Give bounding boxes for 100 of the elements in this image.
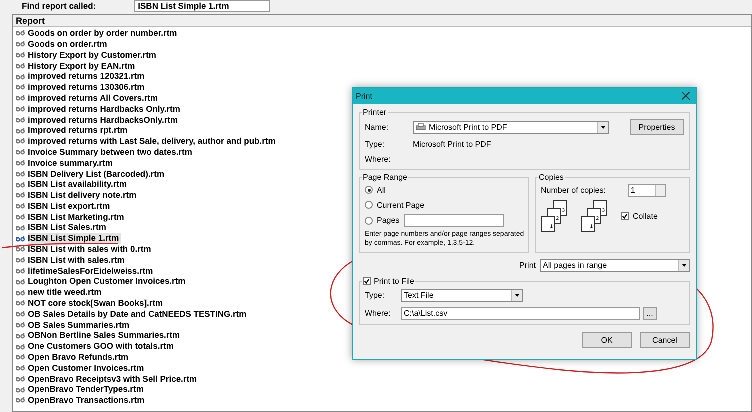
properties-button[interactable]: Properties xyxy=(630,119,684,135)
report-item[interactable]: History Export by EAN.rtm xyxy=(28,60,138,72)
report-item[interactable]: OB Sales Details by Date and CatNEEDS TESTING.rtm xyxy=(28,308,249,320)
report-item[interactable]: ISBN List availability.rtm xyxy=(28,179,130,190)
report-item[interactable]: lifetimeSalesForEidelweiss.rtm xyxy=(28,266,156,276)
glasses-icon xyxy=(16,268,25,274)
glasses-icon xyxy=(16,160,25,166)
close-icon[interactable] xyxy=(682,92,690,100)
radio-button[interactable] xyxy=(365,186,373,194)
report-item[interactable]: ISBN List with sales with 0.rtm xyxy=(28,244,154,255)
glasses-icon xyxy=(16,30,25,36)
dropdown-caret-icon xyxy=(600,126,606,128)
glasses-icon xyxy=(16,74,25,80)
group-label: Printer xyxy=(362,108,388,117)
glasses-icon xyxy=(16,365,25,372)
glasses-icon xyxy=(16,354,25,360)
report-item[interactable]: ISBN List delivery note.rtm xyxy=(28,190,139,201)
radio-label: Current Page xyxy=(377,200,425,210)
glasses-icon xyxy=(16,170,25,177)
report-item[interactable]: Goods on order by order number.rtm xyxy=(28,28,180,39)
glasses-icon xyxy=(16,95,25,102)
dropdown-caret-icon xyxy=(682,264,686,267)
report-item[interactable]: Invoice summary.rtm xyxy=(28,158,115,168)
report-item[interactable]: ISBN List with sales.rtm xyxy=(28,254,127,266)
report-item[interactable]: Invoice Summary between two dates.rtm xyxy=(28,146,194,158)
glasses-icon xyxy=(16,214,25,220)
group-label: Copies xyxy=(538,173,565,182)
dialog-button[interactable]: Cancel xyxy=(640,332,690,348)
glasses-icon xyxy=(16,149,25,156)
glasses-icon xyxy=(16,192,25,198)
report-item[interactable]: Open Bravo Refunds.rtm xyxy=(28,352,131,363)
glasses-icon xyxy=(16,246,25,252)
report-item[interactable]: OpenBravo Receiptsv3 with Sell Price.rtm xyxy=(28,374,200,384)
radio-label: All xyxy=(377,186,386,194)
glasses-icon xyxy=(16,84,25,90)
field-label: Number of copies: xyxy=(541,186,606,195)
pages-field[interactable] xyxy=(404,214,504,227)
glasses-icon xyxy=(16,106,25,112)
report-item[interactable]: improved returns 130306.rtm xyxy=(28,82,147,93)
collate-checkbox[interactable] xyxy=(621,212,629,220)
glasses-icon xyxy=(16,257,25,264)
printer-type: Microsoft Print to PDF xyxy=(413,140,492,148)
radio-label: Pages xyxy=(377,216,400,225)
find-field[interactable]: ISBN List Simple 1.rtm xyxy=(134,0,270,12)
glasses-icon xyxy=(16,397,25,404)
glasses-icon xyxy=(16,344,25,350)
report-item[interactable]: ISBN Delivery List (Barcoded).rtm xyxy=(28,168,167,179)
printer-dropdown[interactable]: Microsoft Print to PDF xyxy=(413,120,609,134)
report-item[interactable]: Loughton Open Customer Invoices.rtm xyxy=(28,276,188,287)
glasses-icon xyxy=(16,182,25,188)
report-item[interactable]: improved returns Hardbacks Only.rtm xyxy=(28,104,182,114)
group-label: Page Range xyxy=(362,173,408,182)
radio-button[interactable] xyxy=(365,216,373,224)
report-item[interactable]: ISBN List Simple 1.rtm xyxy=(28,233,122,244)
report-item[interactable]: ISBN List export.rtm xyxy=(28,200,112,212)
field-label: Where: xyxy=(365,154,392,164)
checkbox-label: Collate xyxy=(633,212,658,220)
report-item[interactable]: History Export by Customer.rtm xyxy=(28,50,158,60)
glasses-icon xyxy=(16,41,25,48)
column-header[interactable]: Report xyxy=(13,15,751,27)
report-item[interactable]: One Customers GOO with totals.rtm xyxy=(28,341,176,352)
field-label: Name: xyxy=(365,122,390,132)
dialog-button[interactable]: OK xyxy=(582,332,632,348)
report-item[interactable]: improved returns All Covers.rtm xyxy=(28,92,160,104)
report-item[interactable]: ISBN List Marketing.rtm xyxy=(28,212,126,222)
glasses-icon xyxy=(16,386,25,393)
glasses-icon xyxy=(16,300,25,306)
glasses-icon xyxy=(16,62,25,69)
glasses-icon xyxy=(16,278,25,285)
field-label: Print xyxy=(520,261,536,270)
file-path-field[interactable]: C:\a\List.csv xyxy=(401,307,640,320)
dropdown-caret-icon xyxy=(514,294,520,297)
copies-spinner[interactable]: 1 xyxy=(628,184,666,197)
glasses-icon xyxy=(16,311,25,318)
browse-button[interactable]: ... xyxy=(643,307,657,320)
report-item[interactable]: OpenBravo TenderTypes.rtm xyxy=(28,384,146,395)
print-to-file-checkbox[interactable] xyxy=(363,277,371,285)
report-item[interactable]: Goods on order.rtm xyxy=(28,38,110,50)
field-label: Type: xyxy=(365,140,386,148)
report-item[interactable]: OpenBravo Transactions.rtm xyxy=(28,395,147,406)
report-item[interactable]: OB Sales Summaries.rtm xyxy=(28,320,132,330)
report-item[interactable]: ISBN List Sales.rtm xyxy=(28,222,108,233)
file-type-dropdown[interactable]: Text File xyxy=(401,289,523,302)
checkbox-label: Print to File xyxy=(374,276,414,286)
glasses-icon xyxy=(16,332,25,339)
report-item[interactable]: new title weed.rtm xyxy=(28,287,104,298)
report-item[interactable]: Improved returns rpt.rtm xyxy=(28,125,130,136)
glasses-icon xyxy=(16,224,25,231)
report-item[interactable]: improved returns 120321.rtm xyxy=(28,71,147,82)
field-label: Where: xyxy=(365,309,392,318)
report-item[interactable]: improved returns HardbacksOnly.rtm xyxy=(28,114,180,126)
glasses-icon xyxy=(16,290,25,296)
report-item[interactable]: Open Customer Invoices.rtm xyxy=(28,362,146,374)
report-item[interactable]: NOT core stock[Swan Books].rtm xyxy=(28,298,166,309)
glasses-icon xyxy=(16,128,25,134)
radio-button[interactable] xyxy=(365,201,373,209)
glasses-icon xyxy=(16,203,25,210)
report-item[interactable]: OBNon Bertline Sales Summaries.rtm xyxy=(28,330,182,341)
report-item[interactable]: improved returns with Last Sale, delivery, author and pub.rtm xyxy=(28,136,278,147)
print-dropdown[interactable]: All pages in range xyxy=(540,259,690,272)
